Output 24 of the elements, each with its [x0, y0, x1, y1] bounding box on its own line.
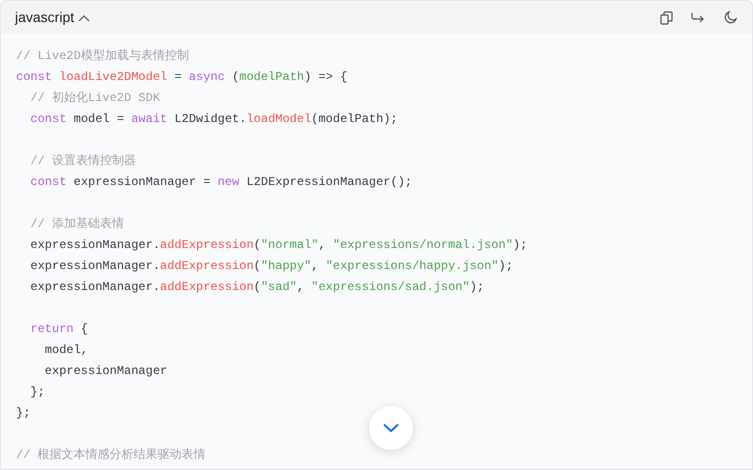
code-line: model, — [44, 342, 90, 359]
code-line: expressionManager.addExpression("normal", "expressions/normal.json"); — [29, 237, 528, 254]
code-line: expressionManager.addExpression("sad", "expressions/sad.json"); — [29, 279, 486, 296]
code-line: // 设置表情控制器 — [29, 153, 138, 170]
code-line: }; — [29, 384, 46, 401]
code-line: // 添加基础表情 — [29, 216, 126, 233]
code-line: const model = await L2Dwidget.loadModel(modelPath); — [29, 111, 399, 128]
code-line: const expressionManager = new L2DExpressionManager(); — [29, 174, 414, 191]
code-line: expressionManager — [44, 363, 168, 380]
code-line: // Live2D模型加载与表情控制 — [16, 48, 190, 65]
code-line: return { — [29, 321, 90, 338]
code-line: const loadLive2DModel = async (modelPath) => { — [16, 69, 348, 86]
copy-icon — [660, 10, 672, 24]
code-line: // 根据文本情感分析结果驱动表情 — [16, 447, 207, 464]
code-line: // 初始化Live2D SDK — [29, 90, 162, 107]
copy-button[interactable] — [658, 10, 674, 26]
code-line: expressionManager.addExpression("happy", "expressions/happy.json"); — [29, 258, 514, 275]
moon-icon — [724, 11, 736, 24]
chevron-down-icon — [383, 423, 399, 433]
theme-toggle-button[interactable] — [722, 10, 738, 26]
code-line: }; — [16, 405, 32, 422]
language-label: javascript — [15, 8, 74, 27]
share-arrow-icon — [691, 12, 705, 24]
caret-up-icon[interactable] — [78, 14, 90, 22]
